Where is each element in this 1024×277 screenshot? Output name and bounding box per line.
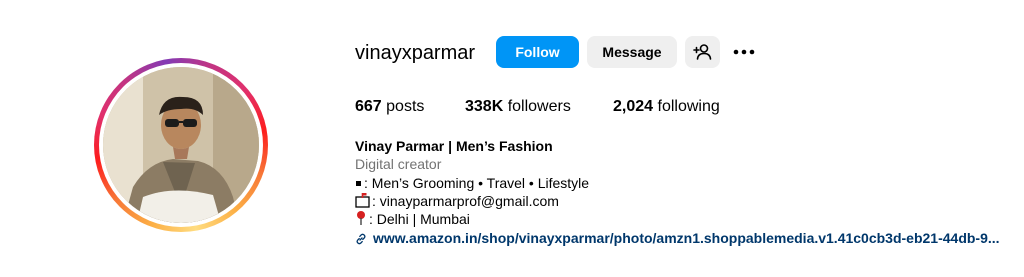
message-button[interactable]: Message xyxy=(587,36,677,68)
posts-number: 667 xyxy=(355,98,382,115)
bio-location-text: : Delhi | Mumbai xyxy=(369,211,470,227)
bio-line-interests: : Men’s Grooming • Travel • Lifestyle xyxy=(355,174,589,192)
posts-label: posts xyxy=(386,98,425,115)
bio-line-email: : vinayparmarprof@gmail.com xyxy=(355,192,559,210)
location-pin-icon xyxy=(357,211,365,225)
following-label: following xyxy=(657,98,720,115)
square-bullet-icon xyxy=(356,181,361,186)
link-icon xyxy=(356,233,366,245)
following-count[interactable]: 2,024 following xyxy=(613,97,720,117)
more-options-icon[interactable] xyxy=(731,41,757,63)
followers-number: 338K xyxy=(465,98,504,115)
posts-count: 667 posts xyxy=(355,97,424,117)
followers-label: followers xyxy=(507,98,571,115)
profile-link-text[interactable]: www.amazon.in/shop/vinayxparmar/photo/am… xyxy=(373,230,1000,246)
avatar-photo xyxy=(103,67,259,223)
suggested-accounts-button[interactable] xyxy=(685,36,720,68)
story-ring[interactable] xyxy=(94,58,268,232)
full-name: Vinay Parmar | Men’s Fashion xyxy=(355,138,553,154)
mailbox-icon xyxy=(355,193,370,208)
profile-link[interactable]: www.amazon.in/shop/vinayxparmar/photo/am… xyxy=(355,229,1000,247)
bio-line-location: : Delhi | Mumbai xyxy=(355,210,470,228)
username: vinayxparmar xyxy=(355,42,476,64)
category-label: Digital creator xyxy=(355,156,442,172)
add-person-icon xyxy=(693,44,712,60)
following-number: 2,024 xyxy=(613,98,654,115)
bio-interests-text: : Men’s Grooming • Travel • Lifestyle xyxy=(364,175,590,191)
bio-email-text: : vinayparmarprof@gmail.com xyxy=(372,193,559,209)
profile-avatar[interactable] xyxy=(103,67,259,223)
follow-button[interactable]: Follow xyxy=(496,36,579,68)
followers-count[interactable]: 338K followers xyxy=(465,97,571,117)
